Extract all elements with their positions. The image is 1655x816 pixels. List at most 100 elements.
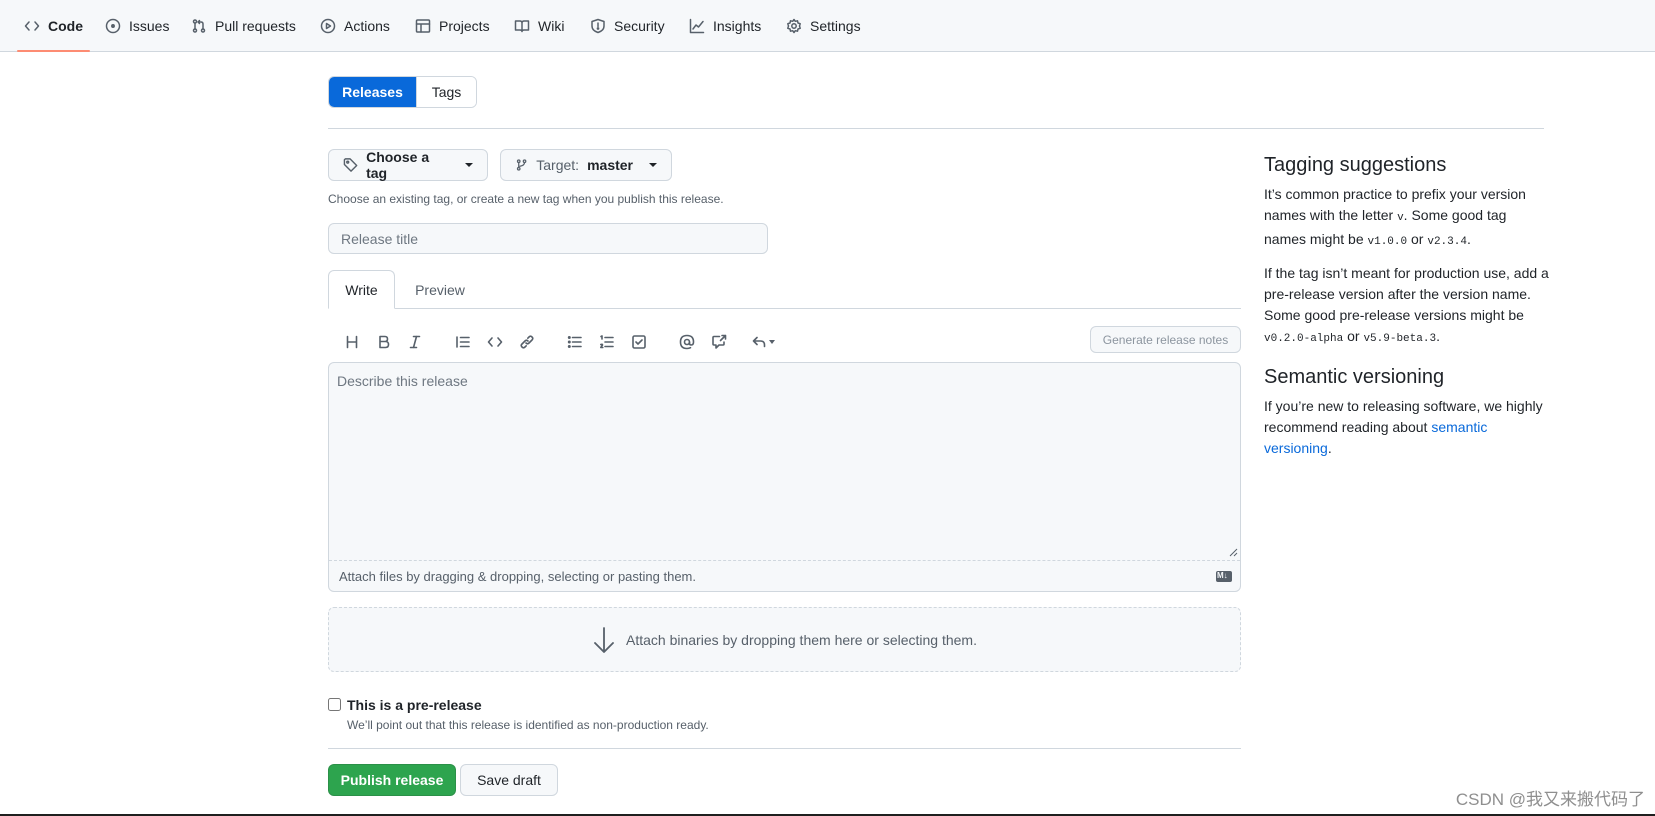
text-fragment: If the tag isn’t meant for production us… [1264, 265, 1549, 323]
releases-tags-switch: Releases Tags [328, 76, 477, 108]
target-branch-name: master [587, 157, 633, 173]
chevron-down-icon [769, 340, 775, 344]
play-icon [320, 18, 336, 34]
table-icon [415, 19, 431, 33]
release-body-textarea[interactable] [329, 363, 1240, 560]
quote-icon [456, 336, 470, 348]
prerelease-checkbox[interactable] [328, 698, 341, 711]
code-button[interactable] [483, 330, 507, 354]
text-fragment: or [1407, 231, 1428, 247]
text-fragment: or [1343, 328, 1364, 344]
cross-reference-button[interactable] [707, 330, 731, 354]
save-draft-button[interactable]: Save draft [460, 764, 558, 796]
nav-tab-label: Actions [344, 18, 390, 34]
prerelease-label[interactable]: This is a pre-release [347, 697, 482, 713]
code-snippet: v1.0.0 [1367, 236, 1408, 248]
italic-button[interactable] [403, 330, 427, 354]
target-branch-button[interactable]: Target: master [500, 149, 672, 181]
tasklist-icon [632, 335, 646, 349]
code-snippet: v0.2.0-alpha [1264, 333, 1344, 345]
tagging-paragraph-2: If the tag isn’t meant for production us… [1264, 263, 1549, 350]
nav-tab-label: Projects [439, 18, 490, 34]
tab-write[interactable]: Write [328, 270, 395, 309]
ordered-list-button[interactable] [595, 330, 619, 354]
issue-opened-icon [105, 18, 121, 34]
heading-button[interactable] [340, 330, 364, 354]
nav-tab-actions[interactable]: Actions [320, 0, 390, 52]
prerelease-note: We’ll point out that this release is ide… [347, 718, 709, 732]
semantic-versioning-title: Semantic versioning [1264, 366, 1445, 388]
graph-icon [689, 18, 705, 34]
code-snippet: v5.9-beta.3 [1363, 333, 1437, 345]
ordered-list-icon [600, 335, 614, 349]
bold-button[interactable] [372, 330, 396, 354]
text-fragment: If you’re new to releasing software, we … [1264, 398, 1543, 435]
mention-button[interactable] [675, 330, 699, 354]
tagging-suggestions-title: Tagging suggestions [1264, 154, 1447, 176]
nav-tab-projects[interactable]: Projects [415, 0, 490, 52]
code-snippet: v [1397, 212, 1404, 224]
markdown-icon[interactable] [1216, 570, 1232, 582]
nav-tab-label: Security [614, 18, 665, 34]
italic-icon [409, 335, 421, 349]
bold-icon [379, 335, 390, 349]
tasklist-button[interactable] [627, 330, 651, 354]
nav-tab-label: Insights [713, 18, 762, 34]
link-button[interactable] [515, 330, 539, 354]
text-fragment: . [1466, 231, 1471, 247]
tagging-paragraph-1: It’s common practice to prefix your vers… [1264, 184, 1549, 253]
attach-files-bar[interactable]: Attach files by dragging & dropping, sel… [329, 560, 1240, 591]
generate-release-notes-button[interactable]: Generate release notes [1090, 326, 1241, 353]
quote-button[interactable] [451, 330, 475, 354]
text-fragment: . [1327, 440, 1332, 456]
git-branch-icon [516, 159, 527, 171]
publish-release-button[interactable]: Publish release [328, 764, 456, 796]
sidebar-help: Tagging suggestions It’s common practice… [1264, 152, 1549, 469]
nav-tab-wiki[interactable]: Wiki [514, 0, 564, 52]
git-pull-request-icon [192, 19, 206, 33]
nav-tab-label: Issues [129, 18, 170, 34]
nav-tab-issues[interactable]: Issues [105, 0, 169, 52]
nav-tab-insights[interactable]: Insights [689, 0, 761, 52]
releases-tab[interactable]: Releases [329, 77, 416, 107]
nav-tab-pull-requests[interactable]: Pull requests [191, 0, 296, 52]
attach-binaries-dropzone[interactable]: Attach binaries by dropping them here or… [328, 607, 1241, 672]
nav-tab-security[interactable]: Security [590, 0, 665, 52]
code-icon [24, 21, 40, 31]
target-label: Target: [536, 157, 580, 173]
divider [328, 128, 1544, 129]
book-icon [514, 20, 530, 33]
nav-tab-label: Pull requests [215, 18, 296, 34]
nav-tab-label: Code [48, 18, 83, 34]
semver-paragraph: If you’re new to releasing software, we … [1264, 396, 1549, 459]
nav-tab-label: Settings [810, 18, 861, 34]
chevron-down-icon [649, 163, 657, 167]
reply-icon [752, 336, 766, 348]
code-icon [487, 337, 503, 347]
heading-icon [346, 335, 358, 349]
watermark: CSDN @我又来搬代码了 [1455, 790, 1645, 809]
choose-tag-button[interactable]: Choose a tag [328, 149, 488, 181]
tag-icon [343, 158, 358, 172]
link-icon [520, 335, 534, 349]
release-title-input[interactable] [328, 223, 768, 254]
chevron-down-icon [465, 163, 473, 167]
unordered-list-icon [567, 335, 582, 349]
cross-reference-icon [712, 334, 727, 349]
tab-preview[interactable]: Preview [404, 270, 476, 309]
repo-nav: Code Issues Pull requests Actions Projec… [0, 0, 1655, 52]
mention-icon [679, 334, 695, 350]
unordered-list-button[interactable] [563, 330, 587, 354]
release-body-editor: Attach files by dragging & dropping, sel… [328, 362, 1241, 592]
reply-button[interactable] [747, 330, 779, 354]
choose-tag-label: Choose a tag [366, 149, 430, 181]
tags-tab[interactable]: Tags [416, 77, 476, 107]
nav-tab-settings[interactable]: Settings [786, 0, 861, 52]
arrow-down-icon [594, 626, 614, 653]
gear-icon [787, 18, 801, 34]
attach-binaries-text: Attach binaries by dropping them here or… [626, 631, 977, 648]
code-snippet: v2.3.4 [1427, 236, 1467, 248]
nav-tab-code[interactable]: Code [17, 0, 90, 52]
text-fragment: . [1436, 328, 1440, 344]
resize-handle-icon[interactable] [1228, 547, 1238, 557]
